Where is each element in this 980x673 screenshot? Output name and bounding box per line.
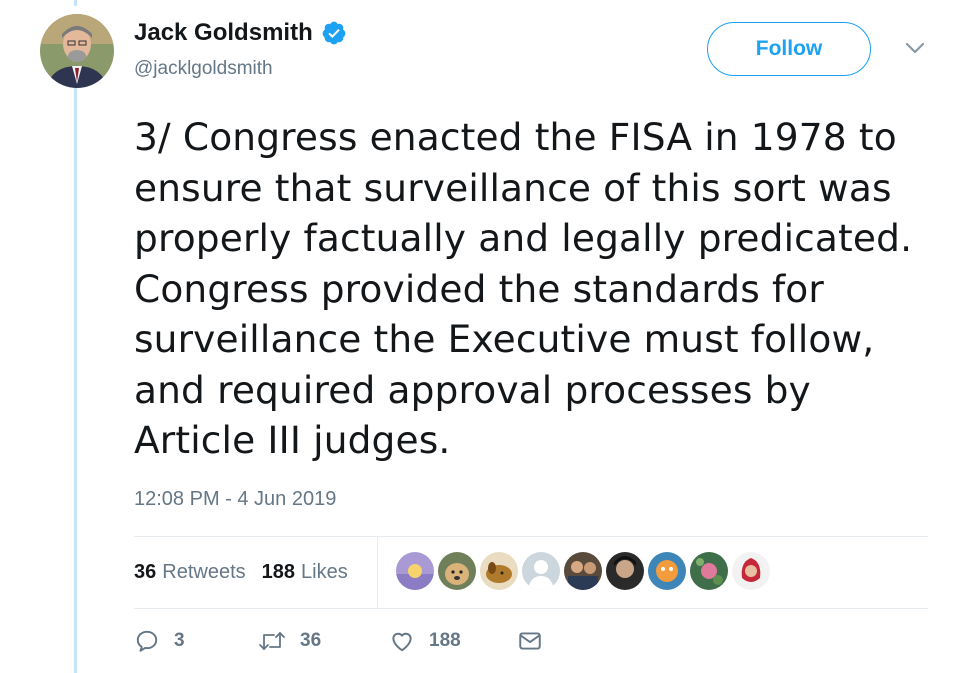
reply-icon <box>136 630 158 652</box>
retweets-label: Retweets <box>162 560 246 583</box>
author-name[interactable]: Jack Goldsmith <box>134 19 313 47</box>
stats-separator <box>377 537 378 608</box>
chevron-down-icon[interactable] <box>902 38 928 58</box>
heart-icon <box>392 632 412 652</box>
thread-line <box>74 88 77 673</box>
retweet-icon <box>259 632 285 650</box>
likes-label: Likes <box>301 560 348 583</box>
retweets-stat[interactable]: 36 Retweets <box>134 561 246 584</box>
retweet-count: 36 <box>300 630 322 651</box>
liker-avatar[interactable] <box>648 552 686 590</box>
follow-button[interactable]: Follow <box>707 22 871 76</box>
author-avatar[interactable] <box>40 14 114 88</box>
retweets-count: 36 <box>134 560 157 583</box>
reply-action[interactable]: 3 <box>134 628 185 654</box>
liker-avatar[interactable] <box>606 552 644 590</box>
like-count: 188 <box>429 630 461 651</box>
liker-avatar[interactable] <box>690 552 728 590</box>
tweet-text: 3/ Congress enacted the FISA in 1978 to … <box>134 115 913 462</box>
thread-line-top <box>74 0 77 6</box>
likes-stat[interactable]: 188 Likes <box>262 561 348 584</box>
retweet-action[interactable]: 36 <box>258 628 321 654</box>
likes-count: 188 <box>261 560 295 583</box>
verified-badge-icon <box>322 21 346 45</box>
envelope-icon <box>519 632 541 650</box>
stats-divider-bottom <box>134 608 928 609</box>
liker-avatar[interactable] <box>522 552 560 590</box>
liker-avatar[interactable] <box>438 552 476 590</box>
direct-message-action[interactable] <box>517 628 543 654</box>
reply-count: 3 <box>174 630 185 651</box>
liker-avatar[interactable] <box>480 552 518 590</box>
like-action[interactable]: 188 <box>389 628 461 654</box>
liker-avatars <box>396 552 770 590</box>
liker-avatar[interactable] <box>396 552 434 590</box>
author-handle[interactable]: @jacklgoldsmith <box>134 58 273 80</box>
stats-divider-top <box>134 536 928 537</box>
liker-avatar[interactable] <box>732 552 770 590</box>
liker-avatar[interactable] <box>564 552 602 590</box>
author-name-row: Jack Goldsmith <box>134 18 347 48</box>
tweet-actions: 3 36 188 <box>134 628 734 668</box>
tweet-timestamp[interactable]: 12:08 PM - 4 Jun 2019 <box>134 488 336 511</box>
tweet-stats: 36 Retweets 188 Likes <box>134 557 364 587</box>
